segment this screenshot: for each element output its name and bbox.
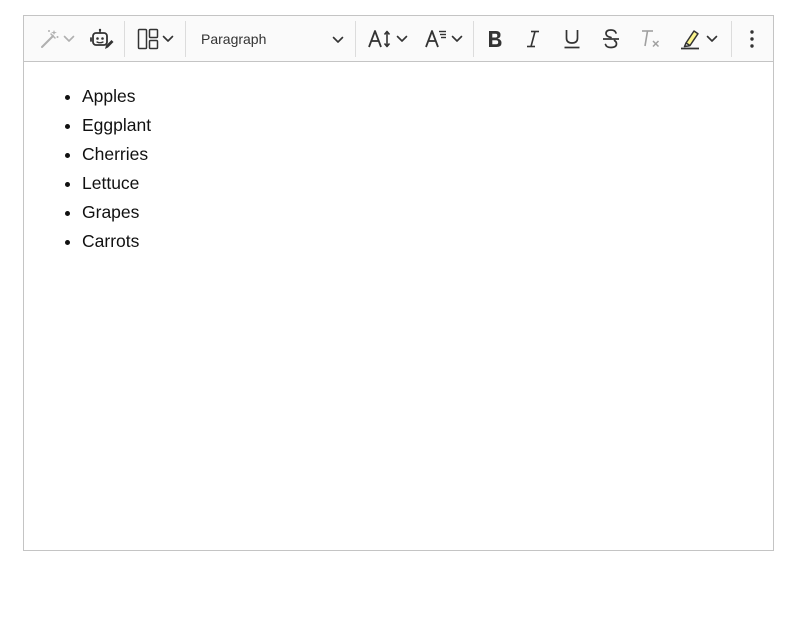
underline-icon [563, 28, 581, 50]
list-item: Grapes [82, 198, 773, 227]
line-height-button[interactable] [419, 21, 467, 57]
bold-icon [486, 29, 504, 49]
list-item: Carrots [82, 227, 773, 256]
italic-icon [525, 29, 541, 49]
font-size-icon [367, 28, 393, 50]
heading-dropdown-label: Paragraph [201, 31, 267, 47]
remove-format-button[interactable] [634, 21, 666, 57]
chevron-down-icon [63, 35, 75, 43]
heading-dropdown[interactable]: Paragraph [192, 21, 350, 57]
bold-button[interactable] [479, 21, 511, 57]
strikethrough-button[interactable] [595, 21, 627, 57]
ai-commands-button[interactable] [86, 21, 118, 57]
layout-icon [137, 28, 159, 50]
toolbar-separator [473, 21, 474, 57]
list-item: Eggplant [82, 111, 773, 140]
robot-pencil-icon [90, 28, 114, 50]
highlight-button[interactable] [672, 21, 724, 57]
chevron-down-icon [451, 35, 463, 43]
chevron-down-icon [332, 31, 344, 47]
chevron-down-icon [396, 35, 408, 43]
layouts-button[interactable] [132, 21, 178, 57]
underline-button[interactable] [556, 21, 588, 57]
more-vertical-icon [749, 29, 755, 49]
strikethrough-icon [602, 28, 620, 50]
editor-content[interactable]: Apples Eggplant Cherries Lettuce Grapes … [24, 62, 773, 550]
toolbar-separator [185, 21, 186, 57]
chevron-down-icon [162, 35, 174, 43]
remove-format-icon [639, 28, 661, 50]
font-size-button[interactable] [363, 21, 411, 57]
italic-button[interactable] [517, 21, 549, 57]
list-item: Cherries [82, 140, 773, 169]
toolbar-separator [731, 21, 732, 57]
list-item: Lettuce [82, 169, 773, 198]
list-item: Apples [82, 82, 773, 111]
line-height-icon [424, 28, 448, 50]
magic-wand-icon [38, 28, 60, 50]
bulleted-list: Apples Eggplant Cherries Lettuce Grapes … [24, 82, 773, 256]
rich-text-editor: Paragraph • Apples • Eggplant • Cherries… [23, 15, 774, 551]
toolbar-separator [124, 21, 125, 57]
ai-assistant-button[interactable] [30, 21, 82, 57]
highlighter-icon [679, 28, 703, 50]
more-options-button[interactable] [737, 21, 767, 57]
chevron-down-icon [706, 35, 718, 43]
toolbar-separator [355, 21, 356, 57]
editor-toolbar: Paragraph [24, 16, 773, 62]
